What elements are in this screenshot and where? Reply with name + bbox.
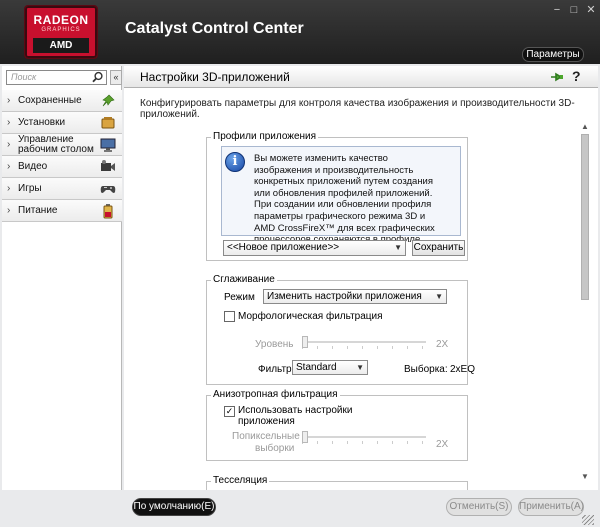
tessellation-group: Тесселяция [206, 475, 468, 490]
scrollbar-thumb[interactable] [581, 134, 589, 300]
chevron-right-icon: › [7, 161, 11, 172]
search-icon[interactable] [92, 71, 104, 83]
video-icon [101, 160, 115, 171]
scroll-up-icon[interactable]: ▲ [581, 122, 589, 131]
mode-select-value: Изменить настройки приложения [267, 291, 422, 302]
sidebar-item-presets[interactable]: › Установки [2, 112, 122, 134]
sidebar-item-label: Установки [18, 117, 66, 128]
footer-bar: По умолчанию(E) Отменить(S) Применить(A) [124, 490, 598, 527]
gamepad-icon [100, 186, 116, 193]
level-label: Уровень [255, 339, 294, 350]
group-title: Тесселяция [211, 475, 270, 486]
group-title: Анизотропная фильтрация [211, 389, 340, 400]
chevron-right-icon: › [7, 117, 11, 128]
sidebar-item-games[interactable]: › Игры [2, 178, 122, 200]
mode-label: Режим [224, 292, 255, 303]
mode-select[interactable]: Изменить настройки приложения ▼ [263, 289, 447, 304]
info-text: Вы можете изменить качество изображения … [254, 153, 435, 245]
pixel-samples-label-line1: Попиксельные [232, 431, 300, 442]
sidebar-item-power[interactable]: › Питание [2, 200, 122, 222]
morphological-filter-label: Морфологическая фильтрация [238, 311, 383, 322]
pixel-samples-value: 2X [436, 439, 449, 450]
info-icon: i [225, 152, 245, 172]
use-app-settings-checkbox[interactable]: ✓ [224, 406, 235, 417]
use-app-settings-label: Использовать настройки приложения [238, 405, 353, 427]
vertical-scrollbar[interactable]: ▲ ▼ [579, 122, 591, 484]
scroll-down-icon[interactable]: ▼ [581, 472, 589, 481]
sidebar-item-label: Сохраненные [18, 95, 82, 106]
discard-button[interactable]: Отменить(S) [446, 498, 512, 516]
sidebar-item-label: Игры [18, 183, 42, 194]
pin-icon [102, 94, 115, 107]
sample-label: Выборка: [404, 364, 448, 375]
sample-value: 2xEQ [450, 364, 476, 375]
logo-line1: RADEON [33, 13, 89, 27]
battery-icon [103, 204, 113, 219]
apply-button[interactable]: Применить(A) [518, 498, 584, 516]
profile-select[interactable]: <<Новое приложение>> ▼ [223, 240, 406, 256]
filter-select[interactable]: Standard ▼ [292, 360, 368, 375]
save-button[interactable]: Сохранить [412, 240, 465, 256]
pin-page-icon[interactable] [550, 71, 564, 83]
filter-label: Фильтр [258, 364, 292, 375]
pixel-samples-label-line2: выборки [255, 443, 295, 454]
search-input[interactable]: Поиск [6, 70, 107, 85]
sidebar-item-saved[interactable]: › Сохраненные [2, 90, 122, 112]
logo-line3: AMD [33, 38, 89, 53]
pixel-samples-slider-thumb[interactable] [302, 431, 308, 443]
resize-grip[interactable] [582, 515, 594, 525]
chevron-right-icon: › [7, 95, 11, 106]
profile-select-value: <<Новое приложение>> [227, 242, 340, 253]
app-title: Catalyst Control Center [125, 20, 304, 37]
preset-icon [101, 117, 115, 129]
desktop-icon [100, 138, 116, 152]
page-description: Конфигурировать параметры для контроля к… [140, 98, 575, 120]
radeon-logo: RADEON GRAPHICS AMD [24, 5, 98, 59]
logo-line2: GRAPHICS [41, 27, 81, 33]
maximize-button[interactable]: □ [566, 4, 582, 17]
page-title: Настройки 3D-приложений [140, 70, 290, 84]
sidebar-item-label: Видео [18, 161, 48, 172]
collapse-sidebar-button[interactable]: « [110, 70, 122, 85]
level-slider[interactable] [302, 336, 426, 349]
chevron-right-icon: › [7, 205, 11, 216]
close-button[interactable]: ✕ [583, 4, 599, 17]
chevron-down-icon: ▼ [394, 243, 402, 252]
title-bar: RADEON GRAPHICS AMD Catalyst Control Cen… [0, 0, 600, 64]
defaults-button[interactable]: По умолчанию(E) [132, 498, 216, 516]
level-slider-thumb[interactable] [302, 336, 308, 348]
sidebar: Поиск « › Сохраненные › Установки › Упра… [2, 66, 122, 490]
search-placeholder: Поиск [11, 72, 37, 82]
chevron-down-icon: ▼ [356, 363, 364, 372]
pixel-samples-slider[interactable] [302, 431, 426, 444]
minimize-button[interactable]: − [549, 4, 565, 17]
sidebar-item-label: Управление рабочим столом [18, 134, 94, 155]
panel-header: Настройки 3D-приложений ? [124, 66, 598, 88]
chevron-right-icon: › [7, 183, 11, 194]
filter-select-value: Standard [296, 362, 337, 373]
level-value: 2X [436, 339, 449, 350]
sidebar-item-label: Питание [18, 205, 58, 216]
chevron-right-icon: › [7, 139, 11, 150]
group-title: Профили приложения [211, 131, 319, 142]
morphological-filter-checkbox[interactable] [224, 311, 235, 322]
sidebar-item-desktop[interactable]: › Управление рабочим столом [2, 134, 122, 156]
chevron-down-icon: ▼ [435, 292, 443, 301]
info-box: i Вы можете изменить качество изображени… [221, 146, 461, 245]
sidebar-item-video[interactable]: › Видео [2, 156, 122, 178]
help-icon[interactable]: ? [572, 68, 581, 84]
group-title: Сглаживание [211, 274, 277, 285]
parameters-button[interactable]: Параметры [522, 47, 584, 62]
